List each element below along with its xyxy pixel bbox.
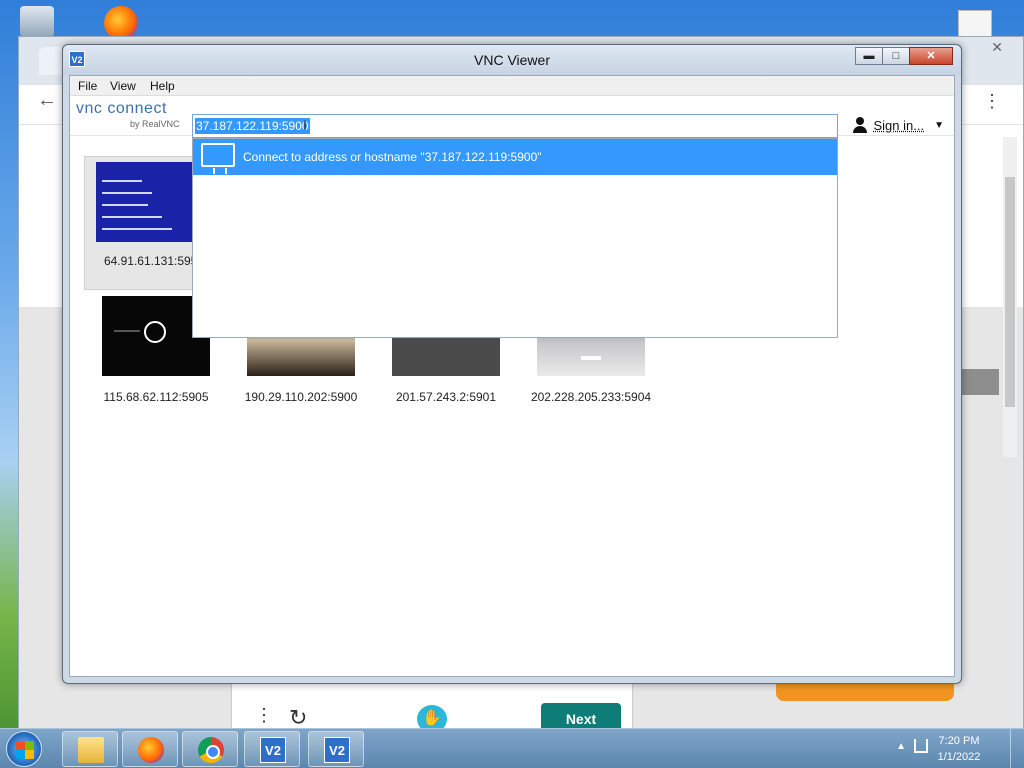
person-icon	[852, 117, 868, 133]
firefox-desktop-icon[interactable]	[104, 6, 138, 40]
connection-label: 202.228.205.233:5904	[530, 390, 652, 404]
more-vert-icon[interactable]: ⋮	[983, 91, 1001, 112]
clock-time: 7:20 PM	[938, 735, 980, 747]
taskbar: V2 V2 ▲ 7:20 PM 1/1/2022	[0, 728, 1024, 768]
folder-icon	[78, 737, 104, 763]
taskbar-explorer[interactable]	[62, 731, 118, 767]
connection-label: 201.57.243.2:5901	[395, 390, 497, 404]
monitor-icon	[201, 143, 235, 174]
connection-thumbnail[interactable]	[96, 162, 204, 242]
vnc-icon: V2	[324, 737, 350, 763]
windows-logo-icon	[16, 750, 34, 759]
title-bar[interactable]: V2 VNC Viewer ▬ □ ✕	[63, 45, 961, 75]
close-button[interactable]: ✕	[909, 47, 953, 65]
show-desktop-button[interactable]	[1010, 729, 1024, 768]
vnc-viewer-window: V2 VNC Viewer ▬ □ ✕ File View Help vnc c…	[62, 44, 962, 684]
logo-subtitle: by RealVNC	[130, 119, 180, 129]
window-controls: ▬ □ ✕	[855, 47, 953, 65]
text-cursor: I	[303, 117, 307, 133]
chevron-down-icon[interactable]: ▼	[934, 120, 944, 131]
tray-expand-icon[interactable]: ▲	[896, 741, 906, 752]
menu-bar: File View Help	[70, 76, 954, 96]
connection-label: 190.29.110.202:5900	[244, 390, 358, 404]
minimize-button[interactable]: ▬	[855, 47, 883, 65]
taskbar-vnc-1[interactable]: V2	[244, 731, 300, 767]
address-input-value: 37.187.122.119:5900	[195, 118, 310, 134]
sign-in-label: Sign in...	[873, 117, 925, 133]
taskbar-vnc-2[interactable]: V2	[308, 731, 364, 767]
chrome-icon	[198, 737, 224, 763]
menu-help[interactable]: Help	[150, 79, 175, 93]
menu-view[interactable]: View	[110, 79, 136, 93]
menu-file[interactable]: File	[78, 79, 97, 93]
address-suggestions-dropdown: Connect to address or hostname "37.187.1…	[192, 138, 838, 338]
address-input[interactable]: 37.187.122.119:5900 I	[192, 114, 838, 138]
recycle-bin-icon[interactable]	[20, 6, 54, 40]
taskbar-firefox[interactable]	[122, 731, 178, 767]
connection-label: 115.68.62.112:5905	[103, 390, 209, 404]
vnc-connect-logo: vnc connect	[76, 100, 167, 117]
scrollbar-thumb[interactable]	[1005, 177, 1015, 407]
clock-date: 1/1/2022	[937, 751, 981, 763]
taskbar-chrome[interactable]	[182, 731, 238, 767]
more-vert-icon[interactable]: ⋮	[255, 705, 273, 726]
suggestion-item[interactable]: Connect to address or hostname "37.187.1…	[193, 139, 837, 175]
start-button[interactable]	[6, 731, 42, 767]
window-title: VNC Viewer	[474, 52, 550, 68]
firefox-icon	[138, 737, 164, 763]
vnc-client-area: File View Help vnc connect by RealVNC 37…	[69, 75, 955, 677]
sign-in-button[interactable]: Sign in... ▼	[852, 114, 944, 136]
vnc-icon: V2	[260, 737, 286, 763]
maximize-button[interactable]: □	[882, 47, 910, 65]
suggestion-text: Connect to address or hostname "37.187.1…	[243, 150, 542, 164]
close-icon[interactable]: ✕	[991, 39, 1003, 56]
back-arrow-icon[interactable]: ←	[37, 89, 57, 112]
system-clock[interactable]: 7:20 PM 1/1/2022	[924, 733, 994, 765]
